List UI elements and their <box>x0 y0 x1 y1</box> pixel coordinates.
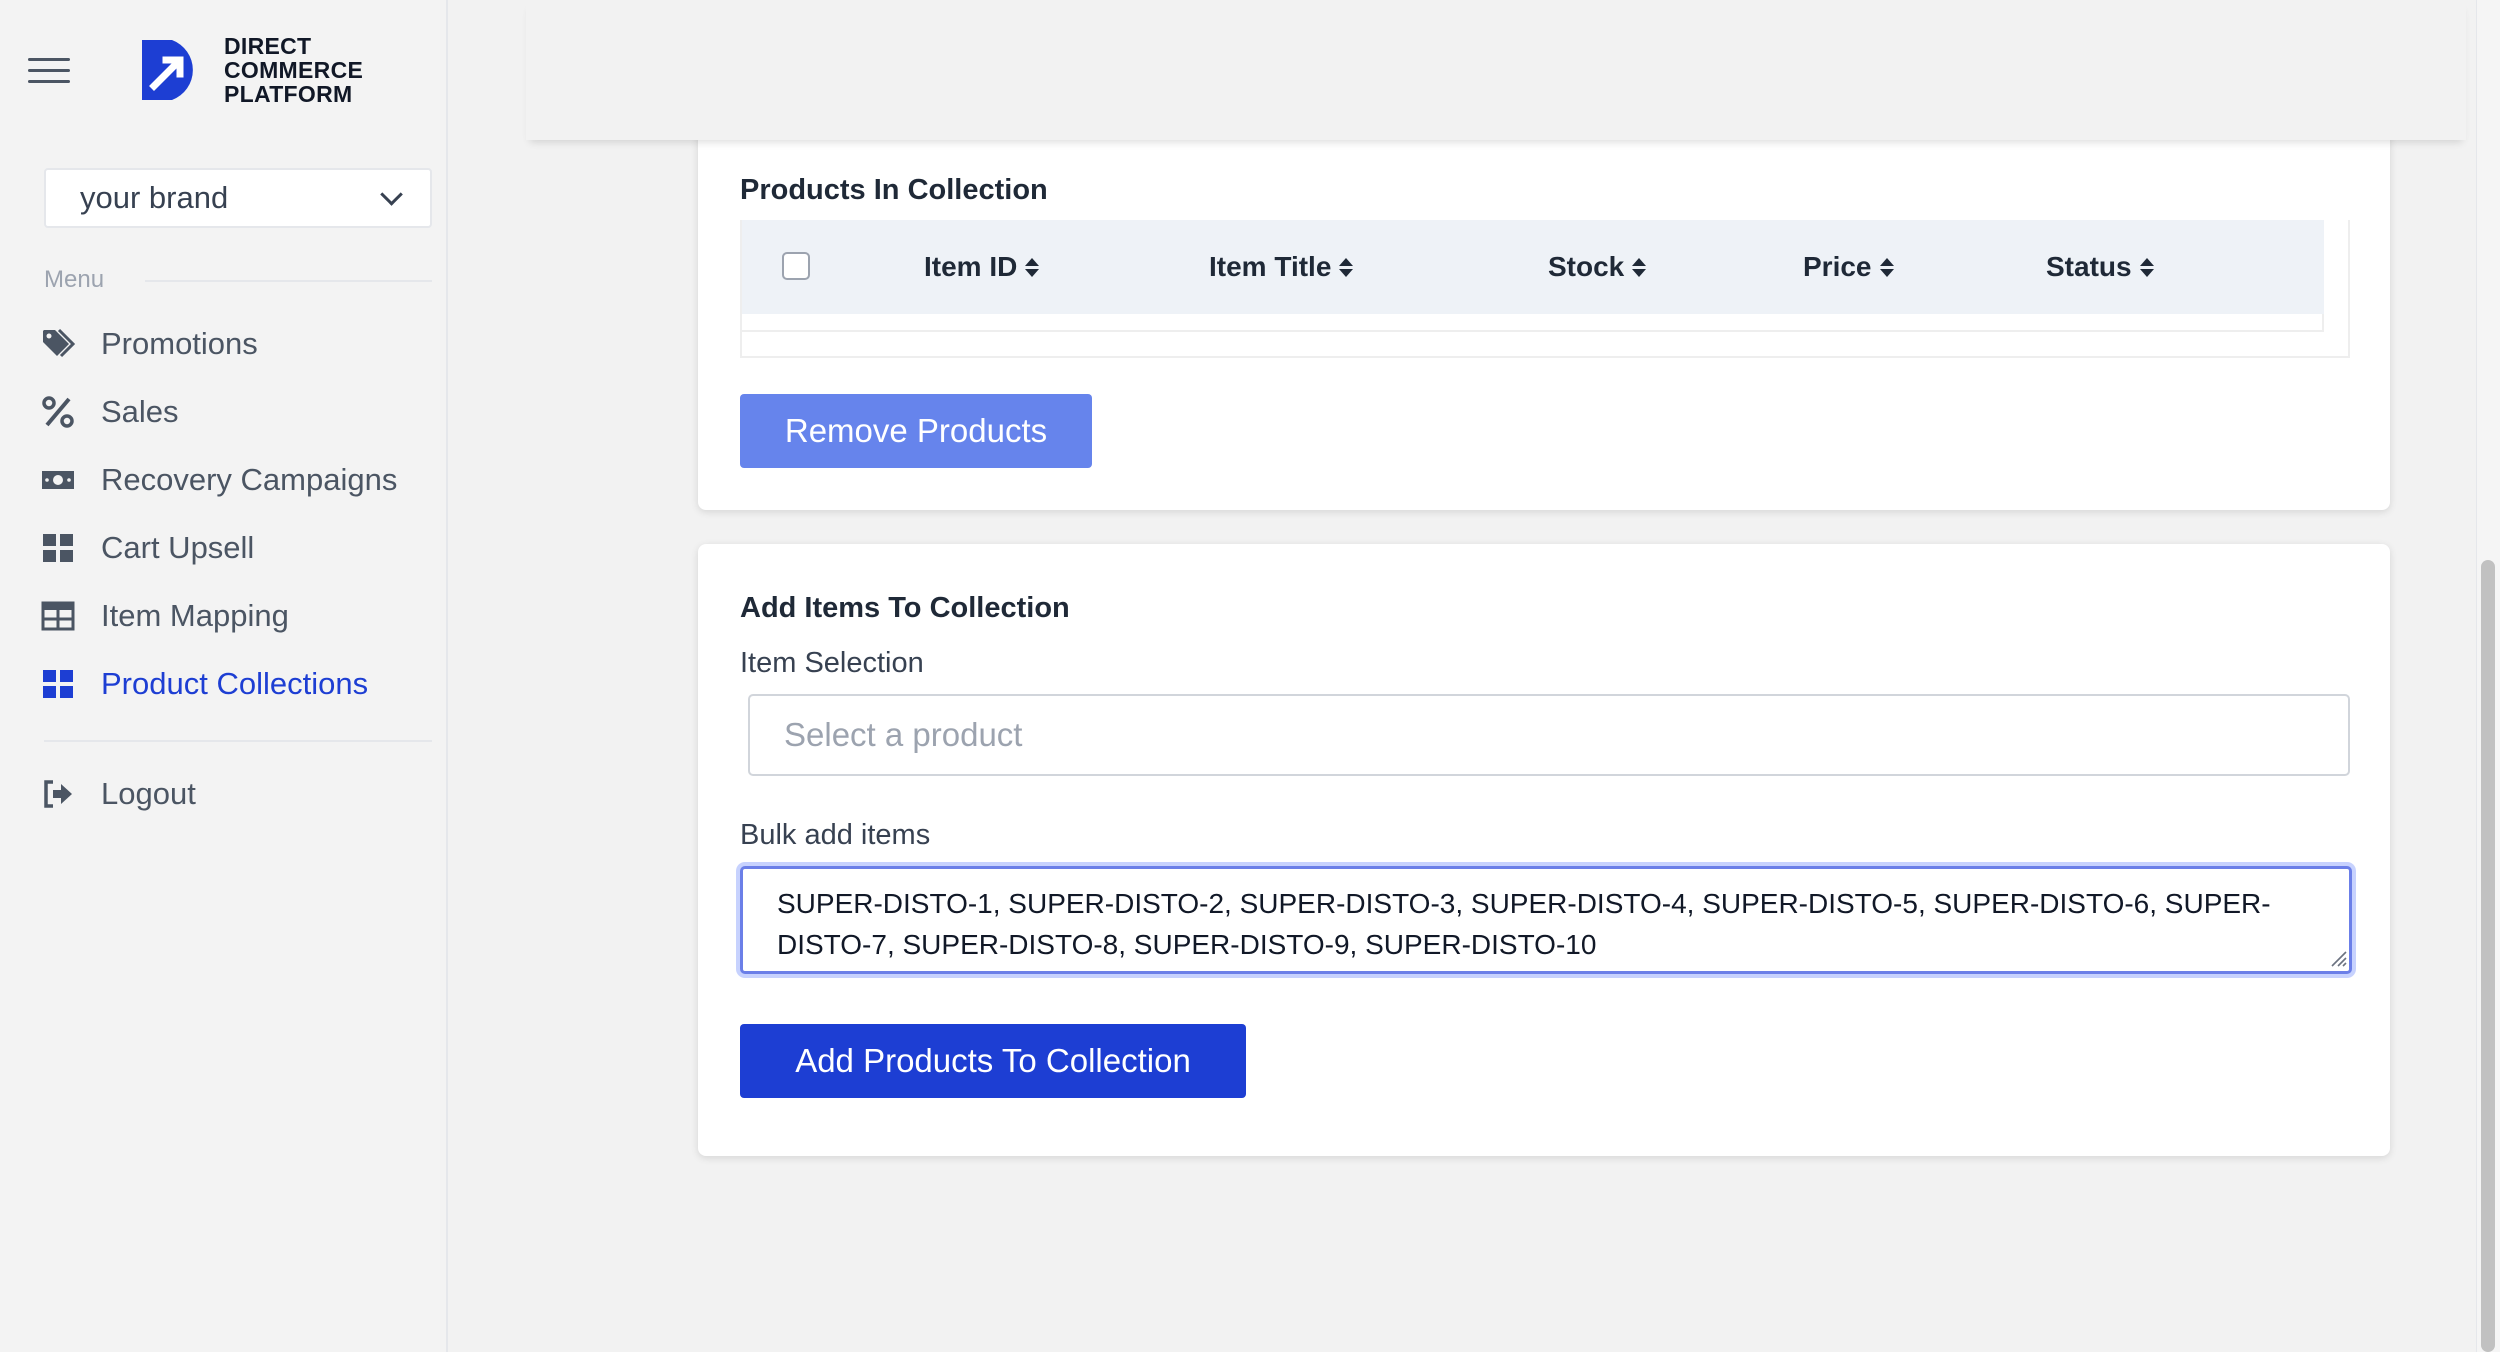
column-header-status[interactable]: Status <box>2046 220 2154 314</box>
bulk-add-label: Bulk add items <box>740 819 931 851</box>
percent-icon <box>40 394 76 430</box>
sidebar-item-label: Cart Upsell <box>101 530 255 565</box>
grid-icon <box>40 666 76 702</box>
page-scrollbar[interactable] <box>2476 0 2500 1352</box>
sidebar-item-label: Promotions <box>101 326 258 361</box>
sidebar-item-label: Recovery Campaigns <box>101 462 398 497</box>
sidebar-item-promotions[interactable]: Promotions <box>40 310 440 378</box>
sort-icon <box>1879 257 1894 277</box>
add-products-button[interactable]: Add Products To Collection <box>740 1024 1246 1098</box>
hamburger-menu-icon[interactable] <box>28 58 70 84</box>
products-table: Item ID Item Title Stock Price Status <box>740 220 2350 358</box>
scrollbar-thumb[interactable] <box>2481 560 2495 1352</box>
column-header-price[interactable]: Price <box>1803 220 1894 314</box>
sidebar-item-label: Logout <box>101 776 196 811</box>
nav-divider <box>44 740 432 742</box>
sort-icon <box>1339 257 1354 277</box>
product-select-input[interactable] <box>748 694 2350 776</box>
menu-divider <box>145 280 432 282</box>
table-header-row: Item ID Item Title Stock Price Status <box>742 220 2324 314</box>
column-header-item-id[interactable]: Item ID <box>924 220 1040 314</box>
remove-products-button[interactable]: Remove Products <box>740 394 1092 468</box>
brand-select[interactable]: your brand <box>44 168 432 228</box>
sort-icon <box>1025 257 1040 277</box>
menu-label: Menu <box>44 266 105 293</box>
add-items-card: Add Items To Collection Item Selection B… <box>698 544 2390 1156</box>
table-body <box>742 314 2324 332</box>
sidebar-item-logout[interactable]: Logout <box>40 760 440 828</box>
sort-icon <box>2139 257 2154 277</box>
sort-icon <box>1632 257 1647 277</box>
sidebar-item-product-collections[interactable]: Product Collections <box>40 650 440 718</box>
logo-text: DIRECT COMMERCE PLATFORM <box>224 33 364 107</box>
chevron-down-icon <box>380 183 403 206</box>
tags-icon <box>40 326 76 362</box>
sidebar-item-recovery-campaigns[interactable]: Recovery Campaigns <box>40 446 440 514</box>
logo-icon <box>142 40 193 100</box>
top-header <box>526 0 2466 140</box>
sidebar-item-label: Sales <box>101 394 179 429</box>
resize-handle-icon[interactable] <box>2328 948 2348 968</box>
sidebar-item-cart-upsell[interactable]: Cart Upsell <box>40 514 440 582</box>
logout-section: Logout <box>40 760 440 828</box>
bulk-add-textarea[interactable] <box>740 866 2352 974</box>
item-selection-label: Item Selection <box>740 647 924 679</box>
sidebar-item-label: Item Mapping <box>101 598 289 633</box>
logo[interactable]: DIRECT COMMERCE PLATFORM <box>138 34 363 106</box>
sidebar-item-sales[interactable]: Sales <box>40 378 440 446</box>
table-icon <box>40 598 76 634</box>
sidebar-item-label: Product Collections <box>101 666 369 701</box>
section-title: Add Items To Collection <box>740 592 1070 624</box>
grid-icon <box>40 530 76 566</box>
money-bill-icon <box>40 462 76 498</box>
brand-select-value: your brand <box>80 180 229 215</box>
logout-icon <box>40 776 76 812</box>
sidebar: DIRECT COMMERCE PLATFORM your brand Menu… <box>0 0 448 1352</box>
select-all-checkbox[interactable] <box>782 252 810 280</box>
section-title: Products In Collection <box>740 174 1048 206</box>
sidebar-nav: Promotions Sales Recovery Campaigns Cart… <box>40 310 440 718</box>
column-header-item-title[interactable]: Item Title <box>1209 220 1354 314</box>
column-header-stock[interactable]: Stock <box>1548 220 1647 314</box>
sidebar-item-item-mapping[interactable]: Item Mapping <box>40 582 440 650</box>
products-in-collection-card: Products In Collection Item ID Item Titl… <box>698 120 2390 510</box>
